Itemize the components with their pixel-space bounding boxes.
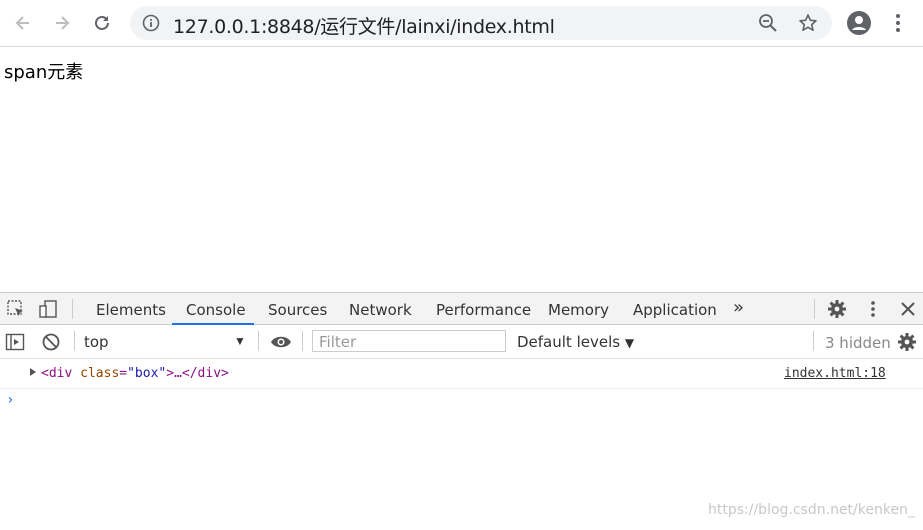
gear-icon[interactable] [897,332,917,352]
devtools-tab-bar: Elements Console Sources Network Perform… [0,292,923,325]
kebab-menu-icon[interactable] [863,299,883,319]
watermark: https://blog.csdn.net/kenken_ [708,502,915,518]
separator [258,331,259,351]
log-levels-dropdown[interactable]: Default levels ▼ [517,333,634,351]
console-toolbar: top ▼ Filter Default levels ▼ 3 hidden [0,325,923,359]
separator [74,331,75,351]
forward-arrow-icon[interactable] [47,8,77,38]
filter-input[interactable]: Filter [312,330,506,352]
inspect-element-icon[interactable] [6,299,26,319]
info-icon[interactable] [142,14,160,32]
sidebar-toggle-icon[interactable] [5,332,25,352]
log-element-preview[interactable]: <div class="box">…</div> [41,366,229,381]
log-tag-open: <div [41,366,73,381]
tab-performance[interactable]: Performance [436,301,531,319]
tab-application[interactable]: Application [633,301,717,319]
log-levels-label: Default levels [517,333,621,351]
tab-sources[interactable]: Sources [268,301,327,319]
close-icon[interactable] [898,299,918,319]
console-log-row: <div class="box">…</div> index.html:18 [0,360,923,389]
kebab-menu-icon[interactable] [888,10,914,36]
address-bar[interactable]: 127.0.0.1:8848/运行文件/lainxi/index.html [130,6,832,40]
log-tag-close: >…</div> [166,366,229,381]
log-attr-name: class [80,366,120,381]
filter-placeholder: Filter [319,333,357,351]
more-tabs-button[interactable]: » [733,297,744,318]
back-arrow-icon[interactable] [8,8,38,38]
chevron-down-icon: ▼ [624,336,635,350]
clear-console-icon[interactable] [41,332,61,352]
page-span-text: span元素 [4,62,84,83]
zoom-out-icon[interactable] [758,13,778,33]
device-toolbar-icon[interactable] [38,299,58,319]
url-text[interactable]: 127.0.0.1:8848/运行文件/lainxi/index.html [173,12,555,39]
tab-elements[interactable]: Elements [96,301,166,319]
hidden-count: 3 hidden [825,334,891,352]
log-source-link[interactable]: index.html:18 [784,366,886,381]
context-select[interactable]: top [84,333,109,351]
eye-icon[interactable] [270,332,291,352]
star-icon[interactable] [798,13,818,33]
gear-icon[interactable] [827,299,847,319]
chevron-down-icon[interactable]: ▼ [234,334,246,348]
tab-console[interactable]: Console [186,301,246,319]
account-icon[interactable] [846,10,872,36]
tab-network[interactable]: Network [349,301,412,319]
log-attr-eq: = [119,366,128,381]
reload-icon[interactable] [87,8,117,38]
log-attr-value: "box" [127,366,167,381]
tab-memory[interactable]: Memory [548,301,609,319]
console-prompt[interactable]: › [6,392,14,408]
separator [814,299,815,319]
separator [813,331,814,351]
browser-toolbar: 127.0.0.1:8848/运行文件/lainxi/index.html [0,0,923,47]
expand-triangle-icon[interactable] [30,368,36,376]
separator [72,299,73,319]
separator [302,331,303,351]
